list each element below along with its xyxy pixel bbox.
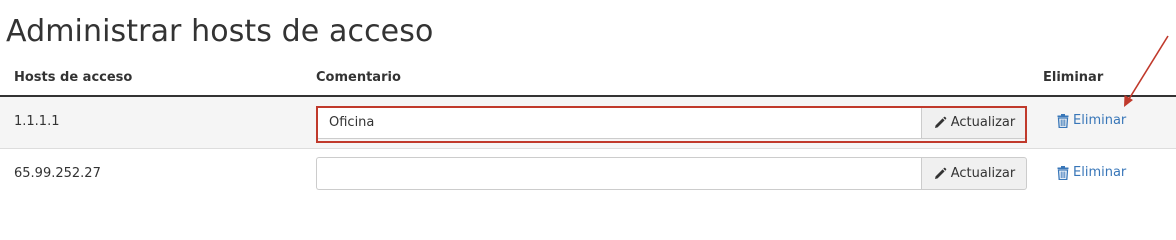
comment-input-group: Actualizar [316, 106, 1027, 139]
update-button-label: Actualizar [950, 166, 1016, 181]
table-row: 65.99.252.27 Actualizar Eliminar [0, 148, 1176, 200]
update-button[interactable]: Actualizar [921, 106, 1027, 139]
trash-icon [1057, 165, 1069, 180]
column-header-host: Hosts de acceso [14, 70, 133, 85]
top-band [0, 0, 1176, 10]
delete-link[interactable]: Eliminar [1057, 165, 1126, 180]
table-row: 1.1.1.1 Actualizar [0, 97, 1176, 148]
pencil-icon [933, 116, 947, 130]
update-button[interactable]: Actualizar [921, 157, 1027, 190]
comment-input[interactable] [316, 157, 921, 190]
trash-icon [1057, 113, 1069, 128]
comment-input-group: Actualizar [316, 157, 1027, 190]
column-header-comment: Comentario [316, 70, 401, 85]
comment-input[interactable] [316, 106, 921, 139]
column-header-delete: Eliminar [1043, 70, 1104, 85]
manage-access-hosts-page: Administrar hosts de acceso Hosts de acc… [0, 0, 1176, 200]
host-address: 65.99.252.27 [14, 166, 101, 181]
host-address: 1.1.1.1 [14, 114, 60, 129]
delete-link-label: Eliminar [1073, 113, 1127, 128]
delete-link[interactable]: Eliminar [1057, 113, 1126, 128]
pencil-icon [933, 167, 947, 181]
update-button-label: Actualizar [950, 115, 1016, 130]
page-title: Administrar hosts de acceso [6, 14, 434, 49]
delete-link-label: Eliminar [1073, 165, 1127, 180]
